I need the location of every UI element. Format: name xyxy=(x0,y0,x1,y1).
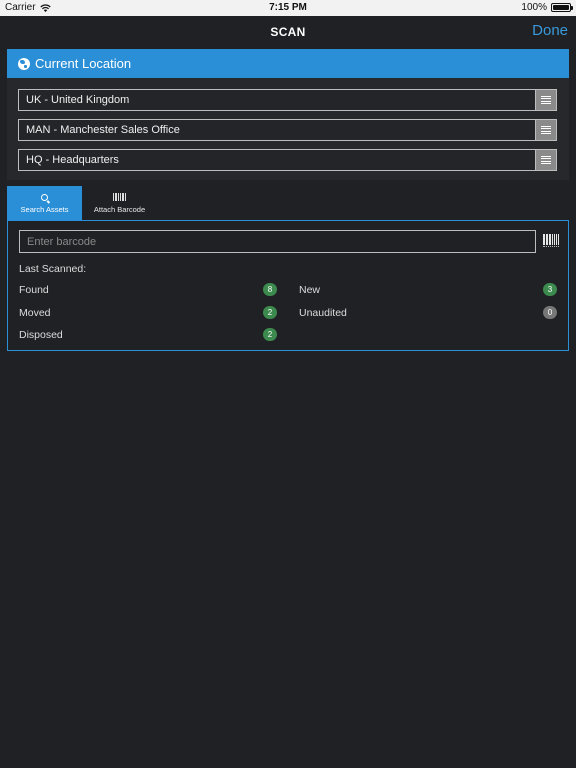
site-field[interactable]: MAN - Manchester Sales Office xyxy=(18,119,557,141)
stat-disposed: Disposed 2 xyxy=(19,328,277,342)
stat-unaudited-label: Unaudited xyxy=(299,307,347,319)
stat-moved-count: 2 xyxy=(263,306,277,319)
stat-unaudited: Unaudited 0 xyxy=(299,306,557,320)
stat-disposed-count: 2 xyxy=(263,328,277,341)
country-field[interactable]: UK - United Kingdom xyxy=(18,89,557,111)
site-list-button[interactable] xyxy=(535,119,557,141)
tab-search-assets[interactable]: Search Assets xyxy=(7,186,82,220)
stat-moved: Moved 2 xyxy=(19,306,277,320)
department-list-button[interactable] xyxy=(535,149,557,171)
tab-attach-barcode-label: Attach Barcode xyxy=(93,205,146,214)
barcode-icon xyxy=(113,193,126,201)
tab-attach-barcode[interactable]: Attach Barcode xyxy=(82,186,157,220)
country-list-button[interactable] xyxy=(535,89,557,111)
last-scanned-label: Last Scanned: xyxy=(19,263,87,275)
department-value[interactable]: HQ - Headquarters xyxy=(18,149,535,171)
stat-unaudited-count: 0 xyxy=(543,306,557,319)
stat-found-count: 8 xyxy=(263,283,277,296)
clock: 7:15 PM xyxy=(269,2,307,13)
stat-found: Found 8 xyxy=(19,283,277,297)
site-value[interactable]: MAN - Manchester Sales Office xyxy=(18,119,535,141)
current-location-header: Current Location xyxy=(7,49,569,78)
current-location-panel: Current Location UK - United Kingdom MAN… xyxy=(7,49,569,180)
country-value[interactable]: UK - United Kingdom xyxy=(18,89,535,111)
list-icon xyxy=(541,95,551,105)
stat-new-label: New xyxy=(299,284,321,296)
battery-info: 100% xyxy=(521,2,573,13)
stat-new-count: 3 xyxy=(543,283,557,296)
nav-bar: SCAN Done xyxy=(0,16,576,46)
stat-found-label: Found xyxy=(19,284,49,296)
battery-percent: 100% xyxy=(521,2,547,13)
stat-new: New 3 xyxy=(299,283,557,297)
scan-barcode-button[interactable] xyxy=(543,234,559,249)
battery-icon xyxy=(551,3,573,12)
scan-mode-tabs: Search Assets Attach Barcode xyxy=(7,186,157,220)
current-location-title: Current Location xyxy=(35,56,132,71)
list-icon xyxy=(541,125,551,135)
tab-search-assets-label: Search Assets xyxy=(20,205,69,214)
barcode-scan-icon xyxy=(543,234,559,245)
status-bar: Carrier 7:15 PM 100% xyxy=(0,0,576,16)
search-icon xyxy=(41,193,48,201)
list-icon xyxy=(541,155,551,165)
stat-moved-label: Moved xyxy=(19,307,51,319)
globe-icon xyxy=(18,57,30,70)
barcode-input[interactable] xyxy=(19,230,536,253)
stat-disposed-label: Disposed xyxy=(19,329,63,341)
search-assets-panel: Last Scanned: Found 8 New 3 Moved 2 Unau… xyxy=(7,220,569,351)
department-field[interactable]: HQ - Headquarters xyxy=(18,149,557,171)
done-button[interactable]: Done xyxy=(532,22,568,39)
page-title: SCAN xyxy=(270,25,306,39)
